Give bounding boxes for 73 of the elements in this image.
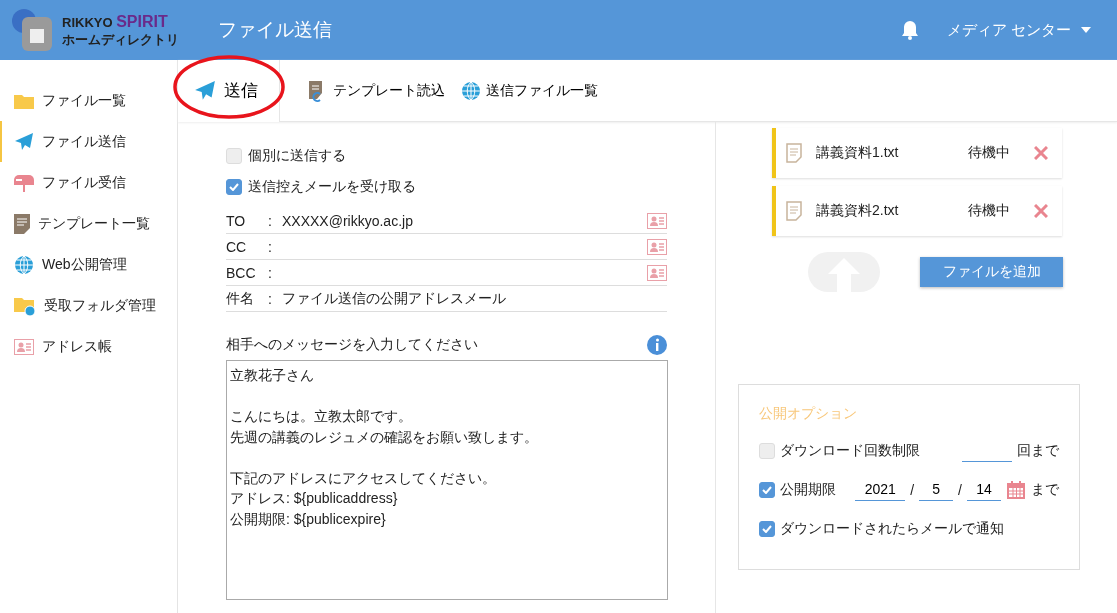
message-line: 先週の講義のレジュメの確認をお願い致します。	[230, 427, 538, 447]
address-book-icon[interactable]	[647, 238, 667, 255]
check-icon	[229, 182, 239, 191]
file-status: 待機中	[968, 144, 1010, 162]
colon: :	[268, 212, 273, 229]
close-icon[interactable]	[1034, 146, 1048, 160]
mailbox-icon	[14, 172, 34, 193]
message-label: 相手へのメッセージを入力してください	[226, 336, 478, 354]
message-field[interactable]: 立教花子さん こんにちは。立教太郎です。 先週の講義のレジュメの確認をお願い致します。 下記のアドレスにアクセスしてください。 アドレス: ${publicaddress} 公開期限: ${publicexpire}	[226, 360, 668, 600]
paper-plane-icon	[194, 79, 216, 102]
checkbox-label: 公開期限	[780, 481, 836, 499]
file-status: 待機中	[968, 202, 1010, 220]
input-field[interactable]: XXXXX@rikkyo.ac.jp	[282, 212, 647, 229]
sidebar-item[interactable]: Web公開管理	[0, 244, 177, 285]
message-line: アドレス: ${publicaddress}	[230, 489, 398, 508]
message-line: こんにちは。立教太郎です。	[230, 407, 412, 426]
input-field[interactable]: ファイル送信の公開アドレスメール	[282, 289, 667, 308]
logo-text: RIKKYO SPIRIT	[62, 12, 169, 31]
document-icon	[14, 213, 30, 234]
options-title: 公開オプション	[759, 405, 858, 423]
colon: :	[268, 238, 273, 255]
document-icon	[786, 143, 802, 163]
close-icon[interactable]	[1034, 204, 1048, 218]
sidebar-item[interactable]: ファイル受信	[0, 162, 177, 203]
file-name: 講義資料2.txt	[816, 202, 900, 220]
folder-icon	[14, 92, 34, 109]
separator: /	[958, 482, 962, 498]
check-icon	[762, 525, 772, 534]
message-line: 公開期限: ${publicexpire}	[230, 509, 386, 529]
file-name: 講義資料1.txt	[816, 144, 900, 162]
globe-icon	[14, 254, 34, 275]
checkbox[interactable]	[759, 482, 775, 498]
paper-plane-icon	[14, 131, 34, 152]
info-icon[interactable]	[647, 335, 667, 355]
check-icon	[762, 486, 772, 494]
day-field[interactable]: 14	[967, 479, 1001, 501]
globe-icon	[461, 80, 481, 101]
sidebar-item[interactable]: ファイル一覧	[0, 80, 177, 121]
sidebar-item[interactable]: テンプレート一覧	[0, 203, 177, 244]
month-field[interactable]: 5	[919, 479, 954, 501]
unit-label: まで	[1031, 481, 1059, 499]
checkbox-label: 個別に送信する	[248, 146, 346, 165]
colon: :	[268, 290, 273, 307]
address-book-icon[interactable]	[647, 212, 667, 229]
toolbar-button[interactable]: テンプレート読込	[302, 79, 451, 102]
checkbox-label: ダウンロードされたらメールで通知	[780, 520, 1004, 539]
message-line: 下記のアドレスにアクセスしてください。	[230, 468, 496, 488]
address-book-icon[interactable]	[647, 264, 667, 281]
field-label: 件名	[226, 289, 255, 308]
bell-icon[interactable]	[900, 20, 919, 40]
calendar-icon[interactable]	[1006, 480, 1026, 500]
folder-globe-icon	[14, 295, 36, 316]
caret-icon	[1081, 27, 1091, 33]
checkbox[interactable]	[226, 178, 242, 195]
colon: :	[268, 264, 273, 281]
toolbar-button[interactable]: 送信ファイル一覧	[455, 80, 604, 101]
field-label: BCC	[226, 264, 257, 281]
contact-card-icon	[14, 338, 34, 355]
field-label: TO	[226, 212, 247, 229]
sidebar-item[interactable]: ファイル送信	[0, 121, 177, 162]
checkbox[interactable]	[759, 521, 775, 538]
message-line: 立教花子さん	[230, 366, 314, 385]
unit-label: 回まで	[1017, 441, 1059, 460]
sidebar-item[interactable]: 受取フォルダ管理	[0, 285, 177, 326]
checkbox-label: ダウンロード回数制限	[780, 441, 920, 460]
logo-subtitle: ホームディレクトリ	[62, 30, 179, 48]
separator: /	[910, 482, 915, 498]
page-title: ファイル送信	[218, 18, 333, 42]
year-field[interactable]: 2021	[855, 479, 906, 501]
checkbox-label: 送信控えメールを受け取る	[248, 177, 416, 196]
document-icon	[786, 201, 802, 221]
field-label: CC	[226, 238, 248, 255]
sidebar-item[interactable]: アドレス帳	[0, 326, 177, 367]
